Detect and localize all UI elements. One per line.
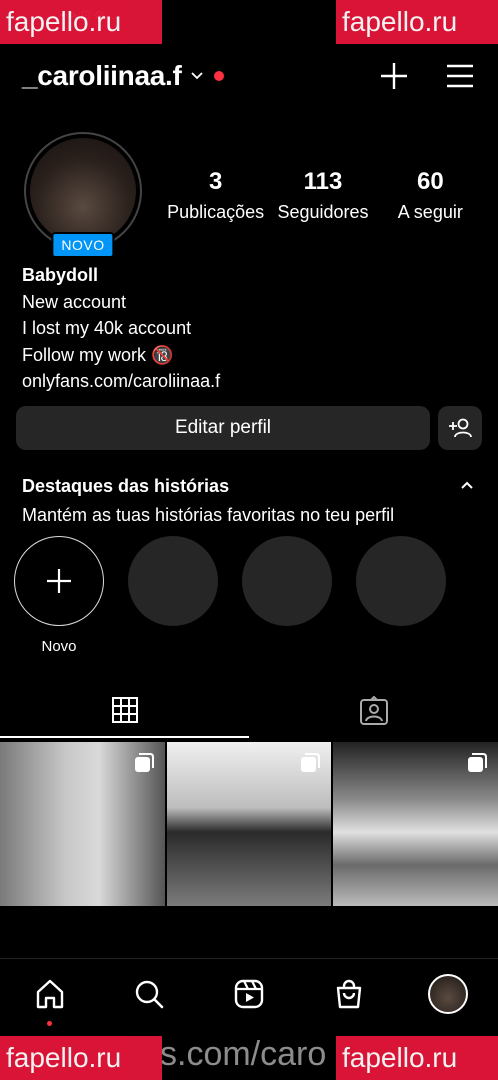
highlights-row: Novo xyxy=(14,536,446,655)
highlight-placeholder xyxy=(356,536,446,655)
home-icon xyxy=(36,979,63,1008)
stat-posts-label: Publicações xyxy=(167,202,265,222)
stat-posts-value: 3 xyxy=(208,168,223,195)
highlight-circle xyxy=(356,536,446,626)
reels-icon xyxy=(234,979,264,1008)
stat-following-label: A seguir xyxy=(397,202,463,222)
tab-tagged[interactable] xyxy=(249,684,498,738)
profile-page: • ⊳ ⊡ ⊙ ... _caroliinaa.f NOVO xyxy=(0,0,498,1080)
avatar-image xyxy=(30,138,136,244)
add-person-icon xyxy=(449,418,472,438)
bottom-navigation xyxy=(0,958,498,1028)
profile-stats: 3 Publicações 113 Seguidores 60 A seguir xyxy=(162,168,484,223)
bio-link[interactable]: onlyfans.com/caroliinaa.f xyxy=(22,368,476,395)
chevron-down-icon[interactable] xyxy=(190,69,204,83)
nav-profile[interactable] xyxy=(398,973,498,1014)
highlights-title: Destaques das histórias xyxy=(22,476,230,496)
highlight-circle xyxy=(128,536,218,626)
post-thumbnail[interactable] xyxy=(333,742,498,906)
carousel-icon xyxy=(468,753,488,772)
highlight-placeholder xyxy=(128,536,218,655)
nav-search[interactable] xyxy=(100,978,200,1010)
post-thumbnail[interactable] xyxy=(0,742,165,906)
notification-dot xyxy=(47,1020,53,1026)
story-highlights-header: Destaques das histórias Mantém as tuas h… xyxy=(22,476,476,526)
username[interactable]: _caroliinaa.f xyxy=(22,60,182,92)
profile-bio: Babydoll New account I lost my 40k accou… xyxy=(22,262,476,395)
notification-dot xyxy=(213,71,224,81)
edit-profile-button[interactable]: Editar perfil xyxy=(16,406,430,450)
highlight-new-label: Novo xyxy=(41,638,77,655)
chevron-up-icon[interactable] xyxy=(460,478,474,492)
nav-reels[interactable] xyxy=(199,978,299,1010)
bio-line: I lost my 40k account xyxy=(22,318,192,338)
watermark: fapello.ru xyxy=(0,1036,162,1080)
stat-followers[interactable]: 113 Seguidores xyxy=(269,168,376,223)
shop-icon xyxy=(336,979,361,1008)
highlight-placeholder xyxy=(242,536,332,655)
menu-button[interactable] xyxy=(444,60,476,92)
profile-actions: Editar perfil xyxy=(16,406,482,450)
plus-icon xyxy=(381,63,407,89)
profile-tabs xyxy=(0,684,498,738)
new-highlight-circle[interactable] xyxy=(14,536,104,626)
tab-posts-grid[interactable] xyxy=(0,684,249,738)
plus-icon xyxy=(47,569,71,593)
new-badge: NOVO xyxy=(51,232,115,258)
display-name: Babydoll xyxy=(22,265,99,285)
menu-icon xyxy=(447,64,473,88)
discover-people-button[interactable] xyxy=(438,406,482,450)
profile-avatar xyxy=(428,973,469,1014)
stat-following-value: 60 xyxy=(416,168,444,195)
stat-followers-value: 113 xyxy=(303,168,343,195)
watermark: fapello.ru xyxy=(336,1036,498,1080)
watermark: fapello.ru xyxy=(336,0,498,44)
search-icon xyxy=(136,980,164,1008)
create-button[interactable] xyxy=(378,60,410,92)
nav-home[interactable] xyxy=(0,978,100,1026)
carousel-icon xyxy=(301,753,321,772)
carousel-icon xyxy=(134,753,154,772)
stat-following[interactable]: 60 A seguir xyxy=(377,168,484,223)
highlight-circle xyxy=(242,536,332,626)
watermark: fapello.ru xyxy=(0,0,162,44)
profile-avatar[interactable]: NOVO xyxy=(24,132,142,258)
watermark-url: s.com/caro xyxy=(160,1035,327,1073)
post-thumbnail[interactable] xyxy=(166,742,332,906)
stat-posts[interactable]: 3 Publicações xyxy=(162,168,269,223)
highlights-subtitle: Mantém as tuas histórias favoritas no te… xyxy=(22,505,395,525)
posts-grid xyxy=(0,742,498,906)
nav-shop[interactable] xyxy=(299,978,399,1010)
bio-line: New account xyxy=(22,291,127,312)
highlight-new[interactable]: Novo xyxy=(14,536,104,655)
tagged-icon xyxy=(359,696,388,725)
profile-header: _caroliinaa.f xyxy=(22,56,476,96)
bio-line: Follow my work 🔞 xyxy=(22,344,174,365)
grid-icon xyxy=(111,697,138,723)
stat-followers-label: Seguidores xyxy=(277,202,369,222)
